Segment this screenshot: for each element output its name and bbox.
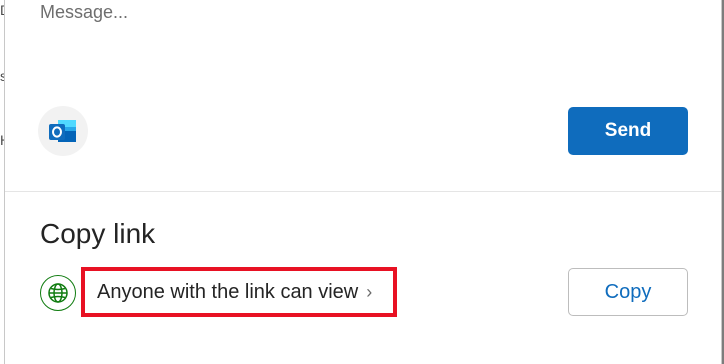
link-permission-button[interactable]: Anyone with the link can view ›	[81, 267, 397, 317]
link-permission-label: Anyone with the link can view	[97, 280, 359, 303]
section-divider	[5, 191, 721, 192]
message-input[interactable]	[40, 2, 680, 92]
share-dialog: Send Copy link Anyone with the link can …	[4, 0, 722, 364]
copy-button[interactable]: Copy	[568, 268, 688, 316]
copy-link-title: Copy link	[40, 218, 156, 249]
send-button[interactable]: Send	[568, 107, 688, 155]
outlook-icon[interactable]	[38, 106, 88, 156]
globe-icon	[40, 275, 76, 311]
chevron-right-icon: ›	[366, 282, 373, 302]
